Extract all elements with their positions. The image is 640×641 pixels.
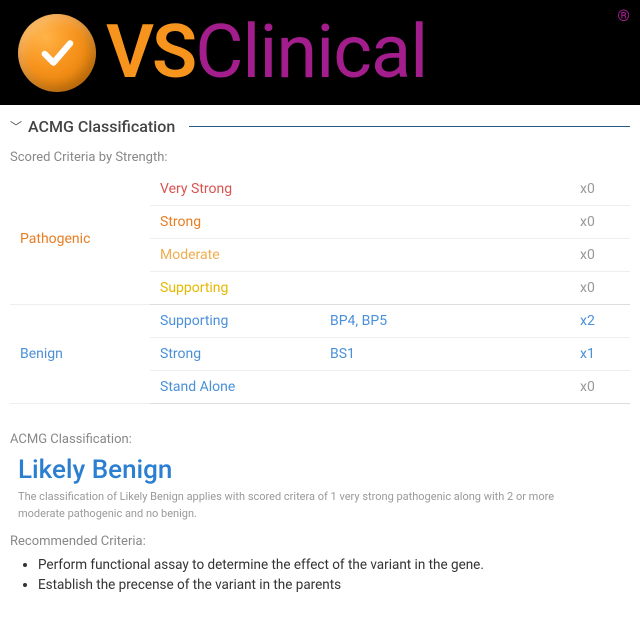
count-cell: x0 xyxy=(570,272,630,305)
logo-badge xyxy=(18,14,96,92)
header-rule xyxy=(189,126,630,127)
classification-value: Likely Benign xyxy=(18,455,630,485)
count-cell: x2 xyxy=(570,305,630,338)
recommended-list: Perform functional assay to determine th… xyxy=(38,557,630,593)
category-benign: Benign xyxy=(10,305,150,404)
list-item: Establish the precense of the variant in… xyxy=(38,577,630,593)
strength-cell: Stand Alone xyxy=(150,371,320,404)
scored-criteria-label: Scored Criteria by Strength: xyxy=(10,150,630,165)
count-cell: x1 xyxy=(570,338,630,371)
chevron-down-icon: ﹀ xyxy=(10,118,22,135)
strength-cell: Strong xyxy=(150,206,320,239)
classification-explain: The classification of Likely Benign appl… xyxy=(18,489,578,522)
count-cell: x0 xyxy=(570,239,630,272)
recommended-label: Recommended Criteria: xyxy=(10,534,630,549)
strength-cell: Very Strong xyxy=(150,173,320,206)
codes-cell xyxy=(320,272,570,305)
section-title: ACMG Classification xyxy=(28,117,175,136)
table-row: Pathogenic Very Strong x0 xyxy=(10,173,630,206)
codes-cell: BP4, BP5 xyxy=(320,305,570,338)
category-pathogenic: Pathogenic xyxy=(10,173,150,305)
wordmark-clinical: Clinical xyxy=(195,16,427,90)
codes-cell xyxy=(320,239,570,272)
codes-cell xyxy=(320,206,570,239)
classification-label: ACMG Classification: xyxy=(10,432,630,447)
codes-cell xyxy=(320,371,570,404)
strength-cell: Supporting xyxy=(150,272,320,305)
strength-cell: Strong xyxy=(150,338,320,371)
list-item: Perform functional assay to determine th… xyxy=(38,557,630,573)
brand-banner: VSClinical ® xyxy=(0,0,640,105)
count-cell: x0 xyxy=(570,206,630,239)
count-cell: x0 xyxy=(570,371,630,404)
criteria-table: Pathogenic Very Strong x0 Strong x0 Mode… xyxy=(10,173,630,404)
registered-mark: ® xyxy=(617,6,630,25)
wordmark: VSClinical xyxy=(106,16,427,90)
strength-cell: Moderate xyxy=(150,239,320,272)
wordmark-vs: VS xyxy=(106,16,195,90)
codes-cell xyxy=(320,173,570,206)
checkmark-icon xyxy=(35,31,79,75)
codes-cell: BS1 xyxy=(320,338,570,371)
section-header[interactable]: ﹀ ACMG Classification xyxy=(10,117,630,136)
table-row: Benign Supporting BP4, BP5 x2 xyxy=(10,305,630,338)
strength-cell: Supporting xyxy=(150,305,320,338)
count-cell: x0 xyxy=(570,173,630,206)
